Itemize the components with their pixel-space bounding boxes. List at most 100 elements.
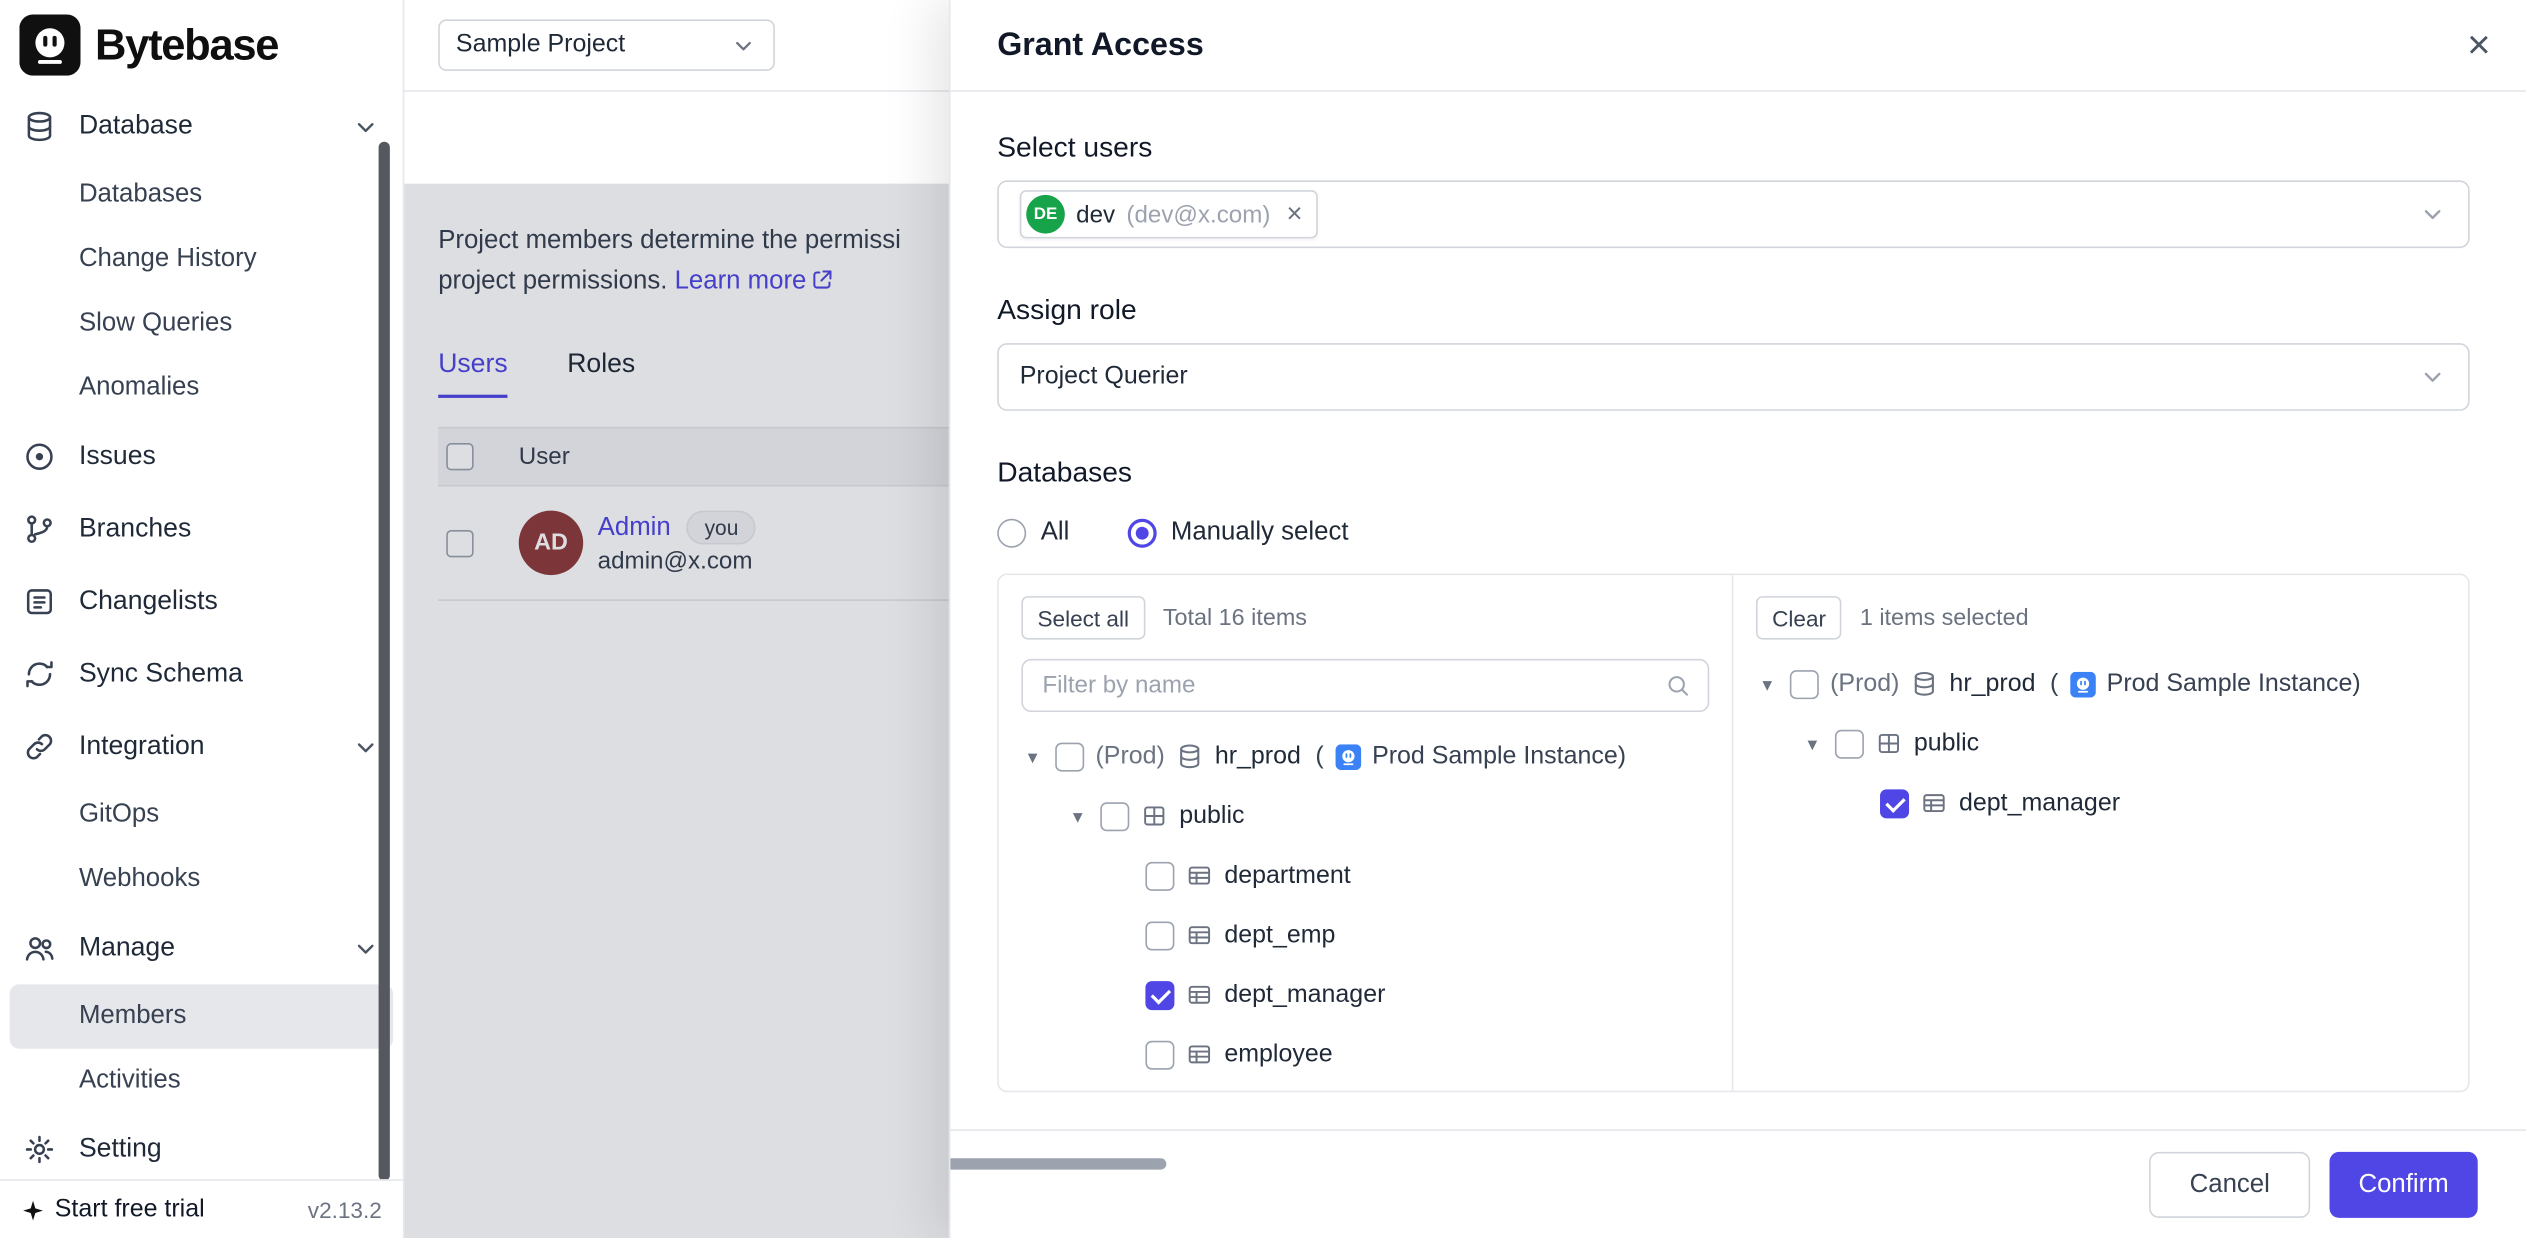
sidebar: Bytebase Database Databases Change Histo… xyxy=(0,0,404,1238)
sidebar-item-database[interactable]: Database xyxy=(0,90,403,162)
selected-tree: ▾ (Prod) hr_prod ( Prod Sample Instance)… xyxy=(1756,654,2446,833)
close-icon[interactable]: × xyxy=(2467,25,2491,65)
sidebar-item-change-history[interactable]: Change History xyxy=(0,227,403,291)
settings-gear-icon xyxy=(23,1133,57,1167)
issues-icon xyxy=(23,440,57,474)
radio-manually-select[interactable]: Manually select xyxy=(1127,519,1348,548)
tree-checkbox[interactable] xyxy=(1145,921,1174,950)
avatar: DE xyxy=(1026,195,1065,234)
caret-down-icon[interactable]: ▾ xyxy=(1066,805,1089,828)
integration-icon xyxy=(23,730,57,764)
sidebar-item-sync-schema[interactable]: Sync Schema xyxy=(0,638,403,710)
sync-icon xyxy=(23,657,57,691)
sidebar-item-gitops[interactable]: GitOps xyxy=(0,783,403,847)
table-icon xyxy=(1186,862,1213,889)
modal-footer: Cancel Confirm xyxy=(950,1129,2526,1238)
tree-checkbox[interactable] xyxy=(1835,729,1864,758)
chevron-down-icon xyxy=(351,732,380,761)
brand-logo-row[interactable]: Bytebase xyxy=(0,0,403,87)
radio-all[interactable]: All xyxy=(997,519,1069,548)
tree-checkbox[interactable] xyxy=(1100,801,1129,830)
sidebar-item-members[interactable]: Members xyxy=(10,984,393,1048)
tree-checkbox[interactable] xyxy=(1790,669,1819,698)
schema-icon xyxy=(1141,802,1168,829)
tree-row-schema: ▾ public xyxy=(1756,714,2446,774)
screenshot-root: Bytebase Database Databases Change Histo… xyxy=(0,0,2526,1238)
tree-checkbox-checked[interactable] xyxy=(1145,980,1174,1009)
tree-checkbox[interactable] xyxy=(1145,1040,1174,1069)
modal-header: Grant Access × xyxy=(950,0,2526,92)
filter-input[interactable] xyxy=(1039,670,1664,701)
sidebar-item-integration[interactable]: Integration xyxy=(0,710,403,782)
sidebar-item-branches[interactable]: Branches xyxy=(0,493,403,565)
table-icon xyxy=(1920,789,1947,816)
radio-selected-icon xyxy=(1127,519,1156,548)
tree-row-table: department xyxy=(1021,846,1709,906)
app-version: v2.13.2 xyxy=(308,1197,382,1223)
chevron-down-icon xyxy=(2418,200,2447,229)
table-icon xyxy=(1186,921,1213,948)
changelist-icon xyxy=(23,585,57,619)
bytebase-instance-icon xyxy=(1335,743,1361,769)
role-select[interactable]: Project Querier xyxy=(997,343,2469,411)
sidebar-item-setting[interactable]: Setting xyxy=(0,1113,403,1185)
sparkle-icon xyxy=(21,1198,45,1222)
sidebar-item-issues[interactable]: Issues xyxy=(0,420,403,492)
radio-icon xyxy=(997,519,1026,548)
chevron-down-icon xyxy=(2418,362,2447,391)
cancel-button[interactable]: Cancel xyxy=(2149,1152,2310,1218)
database-icon xyxy=(23,110,57,144)
sidebar-item-webhooks[interactable]: Webhooks xyxy=(0,847,403,911)
project-select[interactable]: Sample Project xyxy=(438,19,775,71)
branch-icon xyxy=(23,512,57,546)
table-icon xyxy=(1186,981,1213,1008)
tree-row-table: dept_emp xyxy=(1021,905,1709,965)
sidebar-scrollbar[interactable] xyxy=(379,142,390,1181)
assign-role-label: Assign role xyxy=(997,293,2469,327)
start-free-trial-link[interactable]: Start free trial xyxy=(21,1195,205,1224)
tree-checkbox[interactable] xyxy=(1055,742,1084,771)
tree-checkbox[interactable] xyxy=(1145,861,1174,890)
database-scope-radios: All Manually select xyxy=(997,519,2469,548)
chevron-down-icon xyxy=(351,112,380,141)
select-all-button[interactable]: Select all xyxy=(1021,596,1145,639)
sidebar-item-databases[interactable]: Databases xyxy=(0,163,403,227)
selected-user-chip: DE dev (dev@x.com) × xyxy=(1020,190,1317,238)
tree-row-schema: ▾ public xyxy=(1021,786,1709,846)
sidebar-item-manage[interactable]: Manage xyxy=(0,912,403,984)
caret-down-icon[interactable]: ▾ xyxy=(1756,673,1779,696)
users-multiselect[interactable]: DE dev (dev@x.com) × xyxy=(997,180,2469,248)
chevron-down-icon xyxy=(351,934,380,963)
caret-down-icon[interactable]: ▾ xyxy=(1021,745,1044,768)
sidebar-item-changelists[interactable]: Changelists xyxy=(0,565,403,637)
selected-panel: Clear 1 items selected ▾ (Prod) hr_prod … xyxy=(1733,575,2468,1091)
tree-row-table: employee xyxy=(1021,1025,1709,1085)
schema-icon xyxy=(1875,730,1902,757)
brand-name: Bytebase xyxy=(95,20,278,70)
database-icon xyxy=(1911,670,1938,697)
tree-row-database: ▾ (Prod) hr_prod ( Prod Sample Instance) xyxy=(1756,654,2446,714)
sidebar-footer: Start free trial v2.13.2 xyxy=(0,1179,403,1238)
confirm-button[interactable]: Confirm xyxy=(2329,1152,2477,1218)
app-window: Bytebase Database Databases Change Histo… xyxy=(0,0,2526,1238)
caret-down-icon[interactable]: ▾ xyxy=(1801,732,1824,755)
tree-checkbox-checked[interactable] xyxy=(1880,789,1909,818)
remove-user-icon[interactable]: × xyxy=(1287,198,1303,230)
bytebase-instance-icon xyxy=(2070,671,2096,697)
databases-label: Databases xyxy=(997,456,2469,490)
manage-users-icon xyxy=(23,931,57,965)
sidebar-item-slow-queries[interactable]: Slow Queries xyxy=(0,292,403,356)
clear-button[interactable]: Clear xyxy=(1756,596,1842,639)
bytebase-logo-icon xyxy=(19,14,80,75)
selected-items-label: 1 items selected xyxy=(1860,605,2029,631)
sidebar-item-activities[interactable]: Activities xyxy=(0,1049,403,1113)
source-tree: ▾ (Prod) hr_prod ( Prod Sample Instance)… xyxy=(1021,727,1709,1085)
search-icon xyxy=(1664,672,1691,699)
tree-row-table: dept_manager xyxy=(1756,773,2446,833)
sidebar-item-anomalies[interactable]: Anomalies xyxy=(0,356,403,420)
source-panel: Select all Total 16 items ▾ (Prod) xyxy=(999,575,1734,1091)
horizontal-scrollbar[interactable] xyxy=(950,1158,1166,1169)
chevron-down-icon xyxy=(730,31,757,58)
grant-access-modal: Grant Access × Select users DE dev (dev@… xyxy=(949,0,2526,1238)
filter-input-wrap xyxy=(1021,659,1709,712)
